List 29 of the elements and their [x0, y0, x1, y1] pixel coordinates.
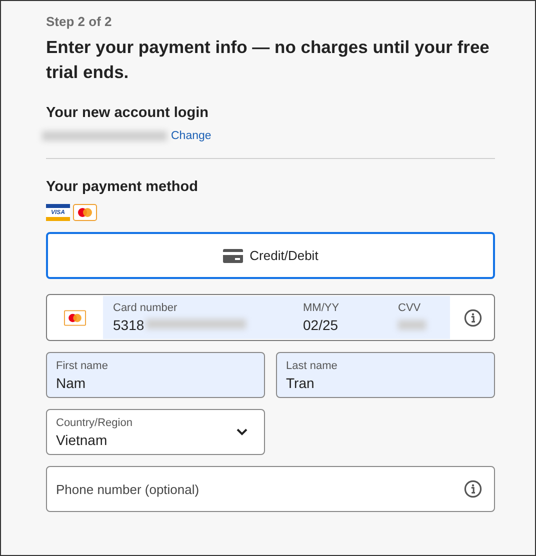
expiry-value: 02/25	[303, 317, 340, 333]
field-label: First name	[56, 360, 108, 372]
field-value: Nam	[56, 374, 87, 390]
field-label: Country/Region	[56, 416, 132, 428]
step-indicator: Step 2 of 2	[46, 14, 113, 29]
page-heading: Enter your payment info — no charges until your free trial ends.	[46, 36, 490, 84]
chevron-down-icon	[236, 428, 248, 436]
field-label: Last name	[286, 360, 338, 372]
input-field[interactable]: Phone number (optional)	[46, 466, 495, 512]
payment-method-tab[interactable]: Credit/Debit	[46, 232, 495, 279]
field-value: Vietnam	[56, 432, 108, 448]
input-field[interactable]: Last name Tran	[276, 352, 495, 398]
card-field[interactable]: Card number 5318 MM/YY 02/25 CVV	[46, 294, 495, 341]
field-placeholder: Phone number (optional)	[56, 482, 200, 496]
input-field[interactable]: First name Nam	[46, 352, 265, 398]
field-value: Tran	[286, 374, 316, 390]
section-title: Your new account login	[46, 105, 210, 121]
field-label: MM/YY	[303, 302, 340, 314]
card-number-value: 5318	[113, 317, 144, 333]
section-title: Your payment method	[46, 179, 199, 195]
mastercard-icon	[73, 204, 97, 221]
field-label: Card number	[113, 302, 178, 314]
info-icon[interactable]	[464, 480, 482, 498]
field-label: CVV	[398, 302, 422, 314]
change-link[interactable]: Change	[171, 130, 212, 142]
credit-card-icon	[222, 248, 243, 262]
country-dropdown[interactable]: Country/Region Vietnam	[46, 409, 265, 455]
info-icon[interactable]	[464, 308, 482, 326]
mastercard-icon	[64, 310, 86, 326]
